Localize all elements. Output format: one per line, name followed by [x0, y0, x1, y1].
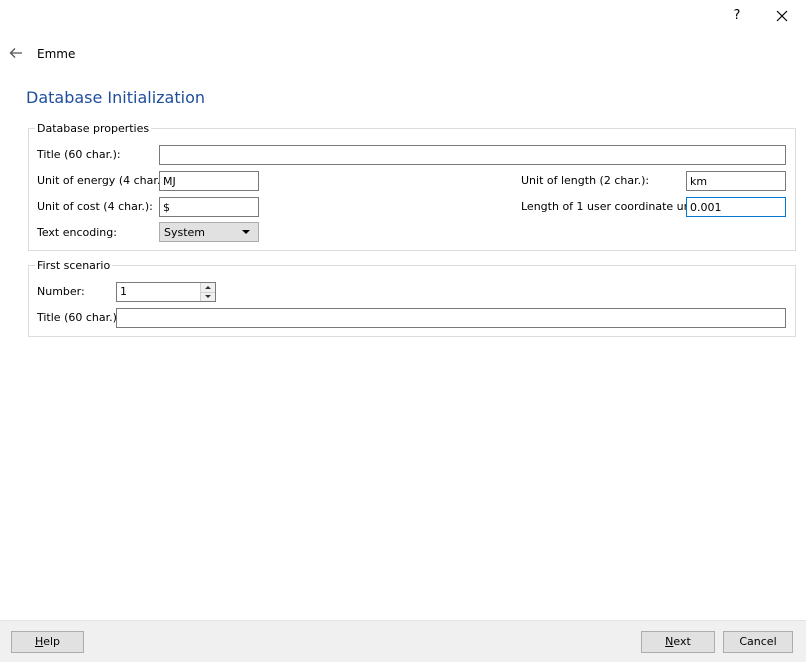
app-name: Emme: [37, 47, 76, 61]
next-label: ext: [673, 635, 691, 648]
database-initialization-dialog: ? Emme Database Initialization Database …: [0, 0, 806, 662]
cost-unit-field[interactable]: [159, 197, 259, 217]
db-title-label: Title (60 char.):: [37, 148, 121, 161]
scenario-number-label: Number:: [37, 285, 85, 298]
first-scenario-legend: First scenario: [35, 259, 113, 272]
next-button[interactable]: Next: [641, 631, 715, 653]
close-button[interactable]: [767, 4, 797, 28]
help-title-button[interactable]: ?: [722, 4, 752, 28]
cost-unit-label: Unit of cost (4 char.):: [37, 200, 153, 213]
text-encoding-select[interactable]: System: [159, 222, 259, 242]
db-title-field[interactable]: [159, 145, 786, 165]
energy-unit-field[interactable]: [159, 171, 259, 191]
arrow-left-icon: [9, 48, 22, 58]
help-button[interactable]: Help: [11, 631, 84, 653]
stepper-buttons: [200, 283, 215, 301]
back-button[interactable]: [7, 45, 25, 61]
text-encoding-value: System: [164, 225, 206, 239]
scenario-title-field[interactable]: [116, 308, 786, 328]
energy-unit-label: Unit of energy (4 char.):: [37, 174, 169, 187]
close-icon: [776, 10, 788, 22]
help-label: elp: [43, 635, 61, 648]
footer-bar: Help Next Cancel: [0, 620, 806, 662]
scenario-number-stepper[interactable]: 1: [116, 282, 216, 302]
database-properties-legend: Database properties: [35, 122, 152, 135]
cancel-button[interactable]: Cancel: [723, 631, 793, 653]
scenario-title-label: Title (60 char.):: [37, 311, 121, 324]
page-title: Database Initialization: [26, 88, 205, 107]
text-encoding-label: Text encoding:: [37, 226, 117, 239]
stepper-up-button[interactable]: [201, 283, 215, 293]
length-unit-field[interactable]: [686, 171, 786, 191]
arrow-up-icon: [205, 285, 211, 289]
coordinate-unit-label: Length of 1 user coordinate unit:: [521, 200, 702, 213]
coordinate-unit-field[interactable]: [686, 197, 786, 217]
length-unit-label: Unit of length (2 char.):: [521, 174, 650, 187]
stepper-down-button[interactable]: [201, 292, 215, 301]
help-mnemonic: H: [34, 635, 44, 648]
chevron-down-icon: [242, 230, 250, 234]
scenario-number-value: 1: [120, 285, 127, 298]
arrow-down-icon: [205, 295, 211, 299]
